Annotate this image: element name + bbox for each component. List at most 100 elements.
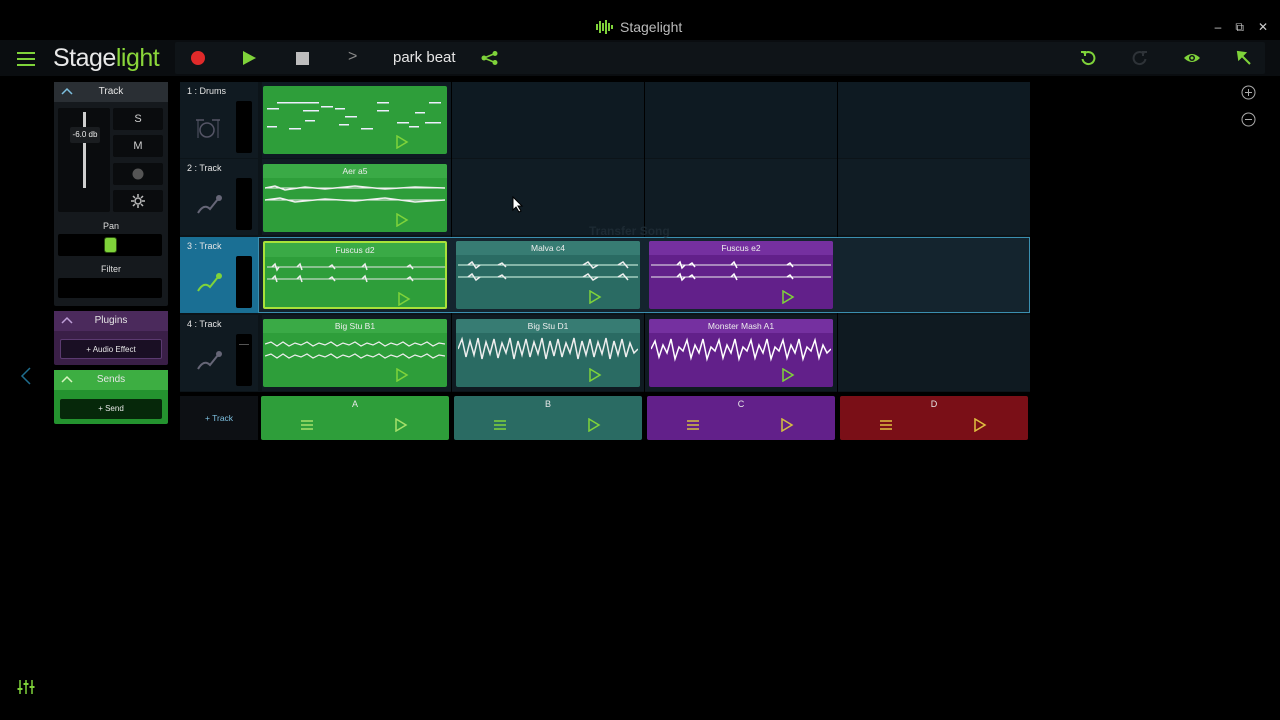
- track-settings-button[interactable]: [113, 190, 163, 212]
- play-scene-icon[interactable]: [780, 418, 794, 432]
- fader-value[interactable]: -6.0 db: [70, 127, 100, 143]
- arm-record-button[interactable]: [113, 163, 163, 185]
- drag-overlay-text: Transfer Song: [589, 224, 670, 238]
- filter-label: Filter: [101, 264, 121, 274]
- clip-title: Big Stu B1: [263, 319, 447, 333]
- clip-big-stu-d1[interactable]: Big Stu D1: [456, 319, 640, 387]
- plugins-panel-title: Plugins: [94, 315, 128, 326]
- share-icon[interactable]: [481, 51, 499, 65]
- scene-menu-icon[interactable]: [301, 420, 313, 430]
- zoom-in-icon[interactable]: [1241, 85, 1256, 100]
- stop-button[interactable]: [296, 52, 309, 65]
- play-clip-icon[interactable]: [395, 213, 409, 227]
- close-button[interactable]: ✕: [1258, 20, 1268, 35]
- window-title: Stagelight: [596, 19, 682, 35]
- waveform: [458, 260, 638, 282]
- zoom-out-icon[interactable]: [1241, 112, 1256, 127]
- microphone-icon: [197, 273, 222, 292]
- cursor-tool-icon[interactable]: [1236, 50, 1252, 66]
- scene-a[interactable]: A: [261, 396, 449, 440]
- play-clip-icon[interactable]: [588, 290, 602, 304]
- chevron-left-icon[interactable]: [20, 367, 32, 385]
- track-header-2[interactable]: 2 : Track: [180, 159, 258, 235]
- clip-fuscus-d2[interactable]: Fuscus d2: [263, 241, 447, 309]
- level-meter: [236, 101, 252, 153]
- clip-drums-a[interactable]: [263, 86, 447, 154]
- track-header-4[interactable]: 4 : Track: [180, 315, 258, 391]
- waveform: [651, 337, 831, 362]
- clip-big-stu-b1[interactable]: Big Stu B1: [263, 319, 447, 387]
- pan-knob[interactable]: [104, 237, 117, 253]
- track-panel-header[interactable]: Track: [54, 82, 168, 102]
- chevron-up-icon[interactable]: [60, 85, 74, 99]
- scene-menu-icon[interactable]: [687, 420, 699, 430]
- play-scene-icon[interactable]: [394, 418, 408, 432]
- clip-malva-c4[interactable]: Malva c4: [456, 241, 640, 309]
- scene-d[interactable]: D: [840, 396, 1028, 440]
- chevron-up-icon[interactable]: [60, 314, 74, 328]
- clip-aer-a5[interactable]: Aer a5: [263, 164, 447, 232]
- midi-notes: [267, 102, 441, 130]
- eye-icon[interactable]: [1183, 52, 1201, 64]
- sends-panel: Sends + Send: [54, 370, 168, 424]
- clip-monster-mash-a1[interactable]: Monster Mash A1: [649, 319, 833, 387]
- volume-fader[interactable]: -6.0 db: [58, 108, 110, 212]
- sends-panel-header[interactable]: Sends: [54, 370, 168, 390]
- play-clip-icon[interactable]: [395, 135, 409, 149]
- add-audio-effect-button[interactable]: + Audio Effect: [60, 339, 162, 359]
- record-dot-icon: [132, 168, 144, 180]
- clip-fuscus-e2[interactable]: Fuscus e2: [649, 241, 833, 309]
- undo-icon[interactable]: [1080, 50, 1096, 66]
- microphone-icon: [197, 195, 222, 214]
- scene-name: C: [737, 399, 745, 409]
- play-clip-icon[interactable]: [397, 292, 411, 306]
- pan-slider[interactable]: [58, 234, 162, 256]
- redo-icon[interactable]: [1132, 50, 1148, 66]
- song-title[interactable]: park beat: [393, 49, 456, 66]
- add-send-button[interactable]: + Send: [60, 399, 162, 419]
- play-button[interactable]: [243, 51, 256, 65]
- scene-menu-icon[interactable]: [494, 420, 506, 430]
- mixer-icon[interactable]: [17, 680, 35, 694]
- track-header-3[interactable]: 3 : Track: [180, 237, 258, 313]
- scene-c[interactable]: C: [647, 396, 835, 440]
- mute-button[interactable]: M: [113, 135, 163, 157]
- play-scene-icon[interactable]: [973, 418, 987, 432]
- solo-button[interactable]: S: [113, 108, 163, 130]
- filter-slider[interactable]: [58, 278, 162, 298]
- restore-button[interactable]: ⧉: [1235, 20, 1244, 35]
- play-clip-icon[interactable]: [781, 290, 795, 304]
- track-name: 4 : Track: [187, 319, 222, 329]
- stagelight-logo-icon: [596, 20, 613, 34]
- plugins-panel-header[interactable]: Plugins: [54, 311, 168, 331]
- scene-menu-icon[interactable]: [880, 420, 892, 430]
- track-panel-title: Track: [98, 86, 124, 97]
- level-meter: [236, 334, 252, 386]
- chevron-up-icon[interactable]: [60, 373, 74, 387]
- toolbar-strip: [175, 42, 1265, 74]
- play-clip-icon[interactable]: [781, 368, 795, 382]
- drum-kit-icon: [196, 119, 220, 138]
- play-scene-icon[interactable]: [587, 418, 601, 432]
- track-header-1[interactable]: 1 : Drums: [180, 82, 258, 158]
- minimize-button[interactable]: ‒: [1215, 20, 1222, 35]
- scene-name: B: [544, 399, 551, 409]
- add-track-button[interactable]: + Track: [180, 396, 258, 440]
- app-logo: Stagelight: [53, 44, 160, 72]
- title-bar: Stagelight ‒ ⧉ ✕: [0, 0, 1280, 40]
- record-button[interactable]: [191, 51, 205, 65]
- menu-icon[interactable]: [17, 52, 35, 66]
- next-button[interactable]: >: [348, 48, 357, 66]
- play-clip-icon[interactable]: [395, 368, 409, 382]
- clip-title: Monster Mash A1: [649, 319, 833, 333]
- waveform: [267, 262, 445, 283]
- track-name: 3 : Track: [187, 241, 222, 251]
- track-name: 2 : Track: [187, 163, 222, 173]
- clip-title: Fuscus e2: [649, 241, 833, 255]
- scene-b[interactable]: B: [454, 396, 642, 440]
- play-clip-icon[interactable]: [588, 368, 602, 382]
- scene-name: A: [351, 399, 358, 409]
- window-title-text: Stagelight: [620, 19, 683, 35]
- level-meter: [236, 178, 252, 230]
- clip-title: Fuscus d2: [265, 243, 445, 257]
